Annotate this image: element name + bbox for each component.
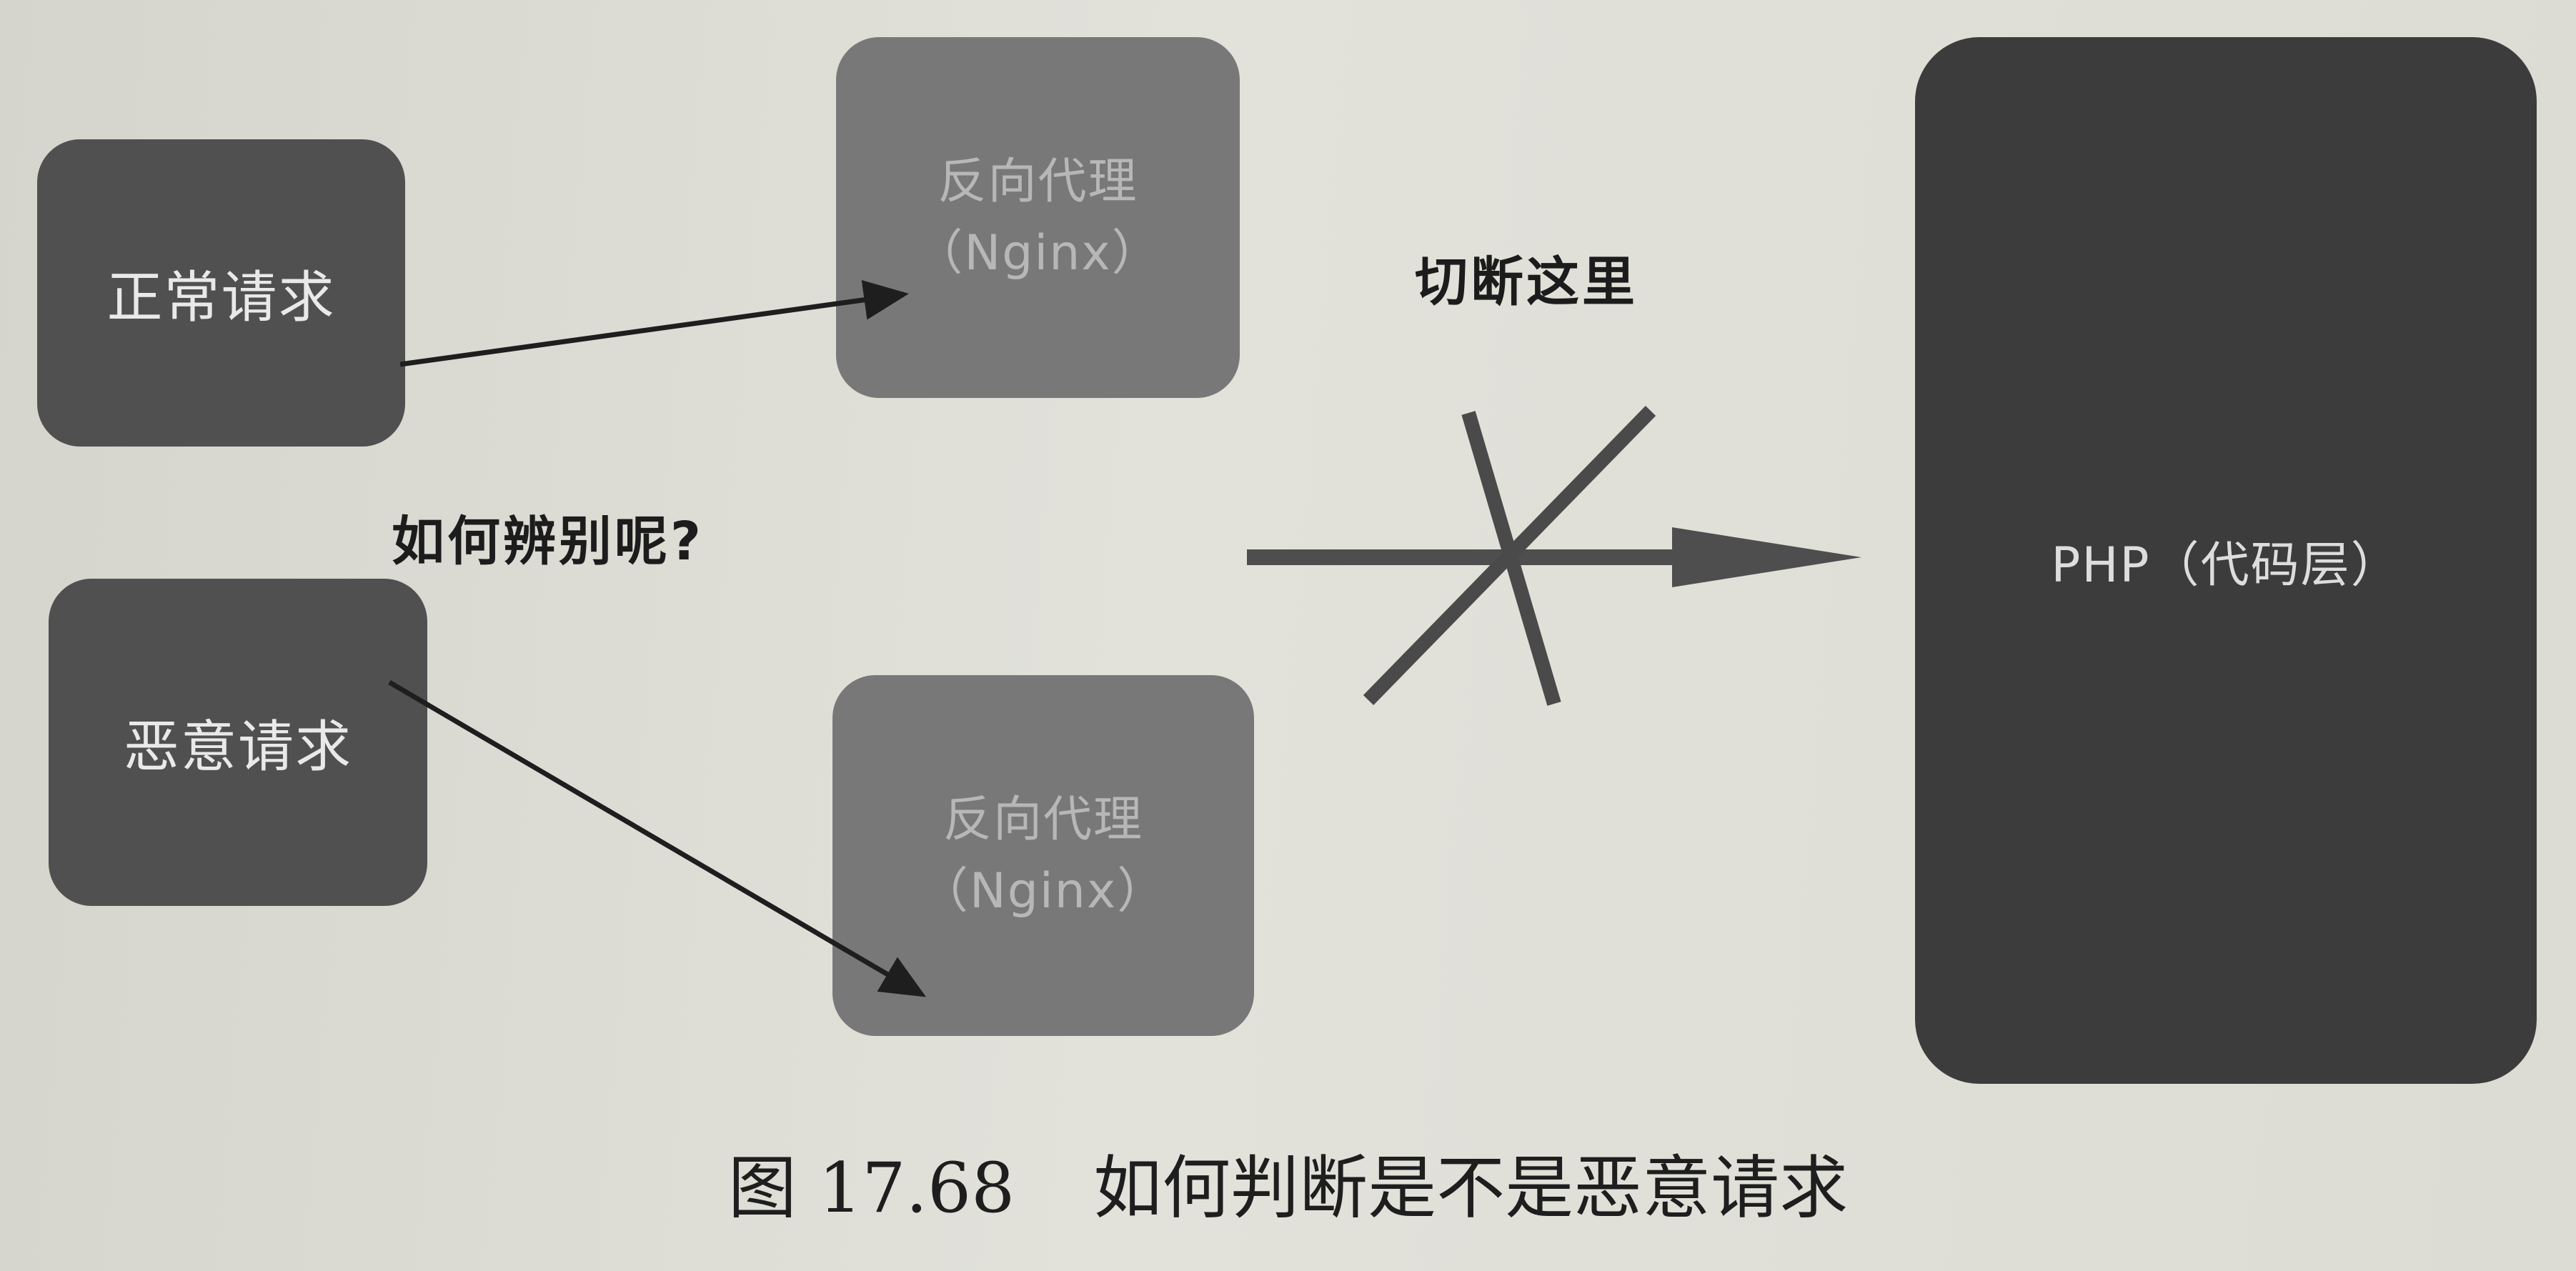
figure-caption: 图 17.68 如何判断是不是恶意请求 (0, 1132, 2576, 1232)
arrow-right-icon (388, 679, 927, 997)
figure-title: 如何判断是不是恶意请求 (1093, 1148, 1849, 1228)
arrow-right-icon (1247, 527, 1861, 587)
diagram-connectors (388, 279, 1861, 997)
figure-number: 图 17.68 (727, 1148, 1015, 1228)
arrow-right-icon (399, 279, 909, 367)
